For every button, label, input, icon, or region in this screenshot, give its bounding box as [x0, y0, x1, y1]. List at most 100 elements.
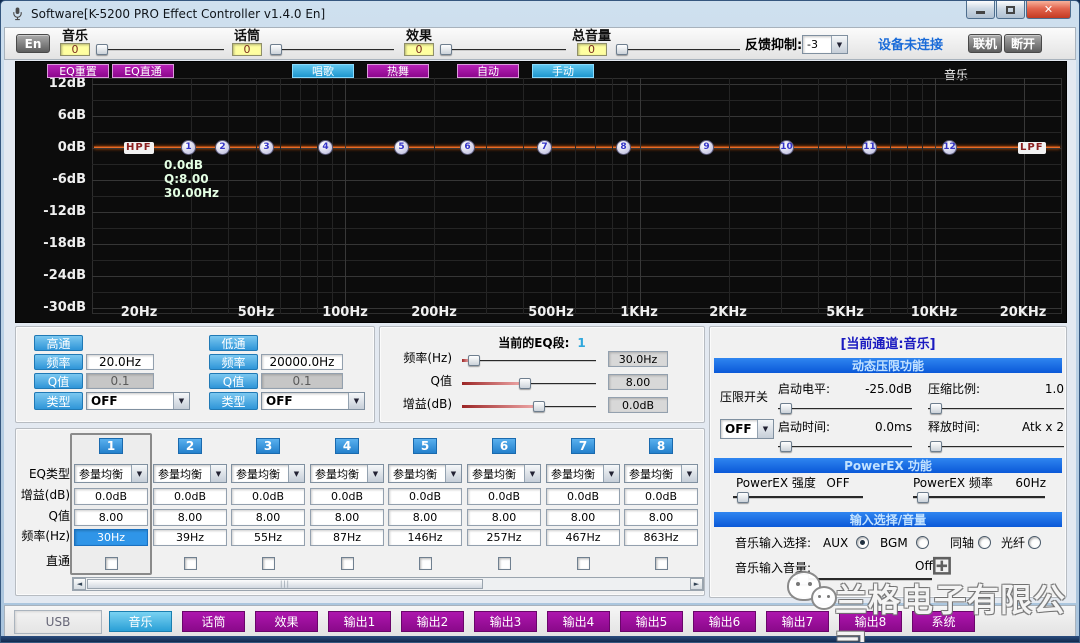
eq-type-select-1[interactable]: 参量均衡▼	[74, 464, 148, 483]
slider-thumb[interactable]	[930, 441, 942, 452]
slider-thumb[interactable]	[737, 492, 749, 503]
gain-cell[interactable]: 0.0dB	[467, 488, 541, 505]
gain-cell[interactable]: 0.0dB	[231, 488, 305, 505]
bypass-checkbox-7[interactable]	[577, 557, 590, 570]
hpf-marker[interactable]: HPF	[124, 142, 154, 154]
band-column-header-6[interactable]: 6	[492, 438, 516, 454]
channel-tab-10[interactable]: 输出7	[766, 611, 829, 632]
chevron-down-icon[interactable]: ▼	[831, 36, 847, 53]
preset-sing-button[interactable]: 唱歌	[292, 64, 354, 78]
band-column-header-3[interactable]: 3	[256, 438, 280, 454]
highpass-freq-value[interactable]: 20.0Hz	[86, 354, 154, 370]
freq-cell[interactable]: 257Hz	[467, 529, 541, 546]
gain-cell[interactable]: 0.0dB	[153, 488, 227, 505]
channel-tab-9[interactable]: 输出6	[693, 611, 756, 632]
chevron-down-icon[interactable]: ▼	[524, 465, 540, 482]
eq-point-6[interactable]: 6	[460, 140, 475, 155]
eq-point-1[interactable]: 1	[181, 140, 196, 155]
band-column-header-7[interactable]: 7	[571, 438, 595, 454]
bypass-checkbox-2[interactable]	[184, 557, 197, 570]
scrollbar-thumb[interactable]: |||	[87, 579, 483, 589]
bypass-checkbox-6[interactable]	[498, 557, 511, 570]
slider-thumb[interactable]	[780, 403, 792, 414]
close-button[interactable]: ✕	[1026, 1, 1071, 19]
channel-tab-7[interactable]: 输出4	[547, 611, 610, 632]
freq-cell[interactable]: 146Hz	[388, 529, 462, 546]
freq-cell[interactable]: 467Hz	[546, 529, 620, 546]
slider-thumb[interactable]	[533, 401, 545, 412]
channel-tab-2[interactable]: 话筒	[182, 611, 245, 632]
gain-cell[interactable]: 0.0dB	[310, 488, 384, 505]
eq-reset-button[interactable]: EQ重置	[47, 64, 109, 78]
eq-bypass-button[interactable]: EQ直通	[112, 64, 174, 78]
gain-cell[interactable]: 0.0dB	[546, 488, 620, 505]
freq-cell[interactable]: 87Hz	[310, 529, 384, 546]
q-cell[interactable]: 8.00	[467, 509, 541, 526]
chevron-down-icon[interactable]: ▼	[757, 420, 773, 438]
chevron-down-icon[interactable]: ▼	[348, 393, 364, 409]
slider-thumb[interactable]	[797, 574, 809, 585]
band-q-slider[interactable]	[462, 377, 596, 390]
freq-cell[interactable]: 55Hz	[231, 529, 305, 546]
attack-time-slider[interactable]	[778, 440, 912, 453]
lowpass-freq-value[interactable]: 20000.0Hz	[261, 354, 343, 370]
channel-tab-8[interactable]: 输出5	[620, 611, 683, 632]
gain-cell[interactable]: 0.0dB	[624, 488, 698, 505]
language-button[interactable]: En	[16, 34, 50, 53]
gain-cell[interactable]: 0.0dB	[74, 488, 148, 505]
mode-auto-button[interactable]: 自动	[457, 64, 519, 78]
eq-type-select-4[interactable]: 参量均衡▼	[310, 464, 384, 483]
mode-manual-button[interactable]: 手动	[532, 64, 594, 78]
eq-point-11[interactable]: 11	[862, 140, 877, 155]
eq-type-select-6[interactable]: 参量均衡▼	[467, 464, 541, 483]
mic-value-box[interactable]: 0	[232, 43, 262, 56]
channel-tab-6[interactable]: 输出3	[474, 611, 537, 632]
slider-thumb[interactable]	[616, 44, 628, 55]
band-column-header-2[interactable]: 2	[178, 438, 202, 454]
eq-type-select-5[interactable]: 参量均衡▼	[388, 464, 462, 483]
chevron-down-icon[interactable]: ▼	[173, 393, 189, 409]
q-cell[interactable]: 8.00	[624, 509, 698, 526]
ratio-slider[interactable]	[928, 402, 1064, 415]
freq-cell[interactable]: 30Hz	[74, 529, 148, 546]
q-cell[interactable]: 8.00	[546, 509, 620, 526]
eq-type-select-8[interactable]: 参量均衡▼	[624, 464, 698, 483]
chevron-down-icon[interactable]: ▼	[367, 465, 383, 482]
music-input-volume-slider[interactable]	[792, 573, 932, 586]
input-option-aux-radio[interactable]	[856, 536, 869, 549]
eq-type-select-3[interactable]: 参量均衡▼	[231, 464, 305, 483]
channel-tab-12[interactable]: 系统	[912, 611, 975, 632]
band-column-header-1[interactable]: 1	[99, 438, 123, 454]
band-freq-slider[interactable]	[462, 354, 596, 367]
eq-point-7[interactable]: 7	[537, 140, 552, 155]
chevron-down-icon[interactable]: ▼	[445, 465, 461, 482]
slider-thumb[interactable]	[440, 44, 452, 55]
horizontal-scrollbar[interactable]: ◄ ||| ►	[72, 577, 704, 591]
eq-type-select-7[interactable]: 参量均衡▼	[546, 464, 620, 483]
channel-tab-1[interactable]: 音乐	[109, 611, 172, 632]
input-option-coaxial-radio[interactable]	[978, 536, 991, 549]
release-time-slider[interactable]	[928, 440, 1064, 453]
slider-thumb[interactable]	[270, 44, 282, 55]
eq-point-12[interactable]: 12	[942, 140, 957, 155]
powerex-freq-slider[interactable]	[913, 491, 1045, 504]
channel-tab-11[interactable]: 输出8	[839, 611, 902, 632]
chevron-down-icon[interactable]: ▼	[603, 465, 619, 482]
lpf-marker[interactable]: LPF	[1018, 142, 1046, 154]
chevron-down-icon[interactable]: ▼	[210, 465, 226, 482]
eq-point-10[interactable]: 10	[779, 140, 794, 155]
lowpass-type-select[interactable]: OFF ▼	[261, 392, 365, 410]
chevron-down-icon[interactable]: ▼	[131, 465, 147, 482]
master-volume-value-box[interactable]: 0	[577, 43, 607, 56]
band-column-header-5[interactable]: 5	[413, 438, 437, 454]
chevron-down-icon[interactable]: ▼	[288, 465, 304, 482]
slider-thumb[interactable]	[780, 441, 792, 452]
q-cell[interactable]: 8.00	[153, 509, 227, 526]
bypass-checkbox-4[interactable]	[341, 557, 354, 570]
band-column-header-4[interactable]: 4	[335, 438, 359, 454]
master-volume-slider[interactable]	[616, 43, 740, 56]
band-column-header-8[interactable]: 8	[649, 438, 673, 454]
chevron-down-icon[interactable]: ▼	[681, 465, 697, 482]
q-cell[interactable]: 8.00	[388, 509, 462, 526]
feedback-suppression-select[interactable]: -3 ▼	[802, 35, 848, 54]
